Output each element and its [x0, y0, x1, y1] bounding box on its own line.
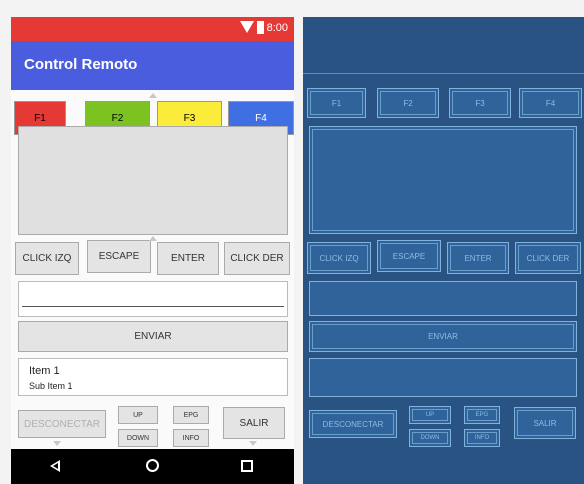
blueprint-f2: F2: [377, 88, 439, 118]
up-label: UP: [133, 411, 143, 419]
blueprint-desconectar: DESCONECTAR: [309, 410, 397, 438]
enviar-button[interactable]: ENVIAR: [18, 321, 288, 352]
info-button[interactable]: INFO: [173, 429, 209, 447]
f1-label: F1: [34, 112, 46, 124]
up-button[interactable]: UP: [118, 406, 158, 424]
text-input[interactable]: [18, 281, 288, 317]
blueprint-f3: F3: [449, 88, 511, 118]
escape-button[interactable]: ESCAPE: [87, 240, 151, 273]
blueprint-view: F1 F2 F3 F4 CLICK IZQ ESCAPE ENTER CLICK…: [303, 17, 584, 484]
blueprint-epg: EPG: [464, 406, 500, 424]
blueprint-enter-label: ENTER: [464, 253, 492, 263]
constraint-arrow: [149, 93, 157, 98]
enter-button[interactable]: ENTER: [157, 242, 219, 275]
blueprint-info-label: INFO: [474, 435, 490, 441]
list-item-title: Item 1: [29, 365, 60, 377]
blueprint-f1-label: F1: [331, 98, 342, 108]
epg-label: EPG: [183, 411, 199, 419]
salir-label: SALIR: [239, 417, 269, 429]
blueprint-desconectar-label: DESCONECTAR: [322, 419, 384, 429]
click-izq-label: CLICK IZQ: [22, 253, 72, 264]
epg-button[interactable]: EPG: [173, 406, 209, 424]
blueprint-salir: SALIR: [514, 407, 576, 439]
blueprint-enviar-label: ENVIAR: [428, 332, 458, 341]
down-label: DOWN: [126, 434, 150, 442]
blueprint-down-label: DOWN: [420, 435, 440, 441]
blueprint-list: [309, 358, 577, 397]
blueprint-f3-label: F3: [475, 98, 485, 108]
f3-label: F3: [183, 112, 196, 124]
blueprint-escape-label: ESCAPE: [392, 251, 426, 261]
desconectar-label: DESCONECTAR: [24, 418, 100, 430]
blueprint-enviar: ENVIAR: [309, 321, 577, 352]
list-item-subtitle: Sub Item 1: [29, 381, 73, 391]
click-izq-button[interactable]: CLICK IZQ: [15, 242, 79, 275]
blueprint-epg-label: EPG: [475, 412, 489, 418]
blueprint-f2-label: F2: [403, 98, 413, 108]
blueprint-touchpad: [309, 126, 577, 234]
blueprint-f4-label: F4: [545, 98, 556, 108]
app-title: Control Remoto: [24, 56, 138, 73]
blueprint-escape: ESCAPE: [377, 240, 441, 272]
enter-label: ENTER: [171, 253, 205, 264]
list-view: Item 1 Sub Item 1: [18, 358, 288, 396]
info-label: INFO: [182, 434, 200, 442]
blueprint-text-input: [309, 281, 577, 316]
f2-label: F2: [111, 112, 124, 124]
blueprint-click-der-label: CLICK DER: [526, 253, 570, 263]
blueprint-info: INFO: [464, 429, 500, 447]
recents-icon[interactable]: [241, 460, 253, 472]
blueprint-salir-label: SALIR: [533, 418, 557, 428]
salir-button[interactable]: SALIR: [223, 407, 285, 439]
escape-label: ESCAPE: [98, 251, 140, 262]
blueprint-up-label: UP: [425, 412, 435, 418]
battery-icon: [257, 21, 264, 34]
desconectar-button[interactable]: DESCONECTAR: [18, 410, 106, 438]
down-button[interactable]: DOWN: [118, 429, 158, 447]
design-view: 8:00 Control Remoto F1 F2 F3 F4 CLICK IZ…: [11, 17, 294, 484]
touchpad-area[interactable]: [18, 126, 288, 235]
constraint-arrow: [149, 236, 157, 241]
status-time: 8:00: [266, 22, 288, 34]
app-bar: Control Remoto: [11, 41, 294, 90]
blueprint-appbar-line: [303, 73, 584, 74]
constraint-arrow: [53, 441, 61, 446]
blueprint-up: UP: [409, 406, 451, 424]
blueprint-f1: F1: [307, 88, 366, 118]
wifi-icon: [240, 21, 254, 33]
status-bar: 8:00: [11, 17, 294, 41]
home-icon[interactable]: [146, 459, 159, 472]
constraint-arrow: [249, 441, 257, 446]
f4-label: F4: [255, 112, 267, 124]
click-der-label: CLICK DER: [230, 253, 284, 264]
enviar-label: ENVIAR: [134, 331, 172, 342]
blueprint-click-izq: CLICK IZQ: [307, 242, 371, 274]
input-underline: [22, 306, 284, 307]
blueprint-enter: ENTER: [447, 242, 509, 274]
blueprint-click-izq-label: CLICK IZQ: [319, 253, 359, 263]
blueprint-click-der: CLICK DER: [515, 242, 581, 274]
back-icon-inner: [53, 463, 58, 469]
navigation-bar: [11, 449, 294, 484]
blueprint-f4: F4: [519, 88, 582, 118]
blueprint-down: DOWN: [409, 429, 451, 447]
click-der-button[interactable]: CLICK DER: [224, 242, 290, 275]
